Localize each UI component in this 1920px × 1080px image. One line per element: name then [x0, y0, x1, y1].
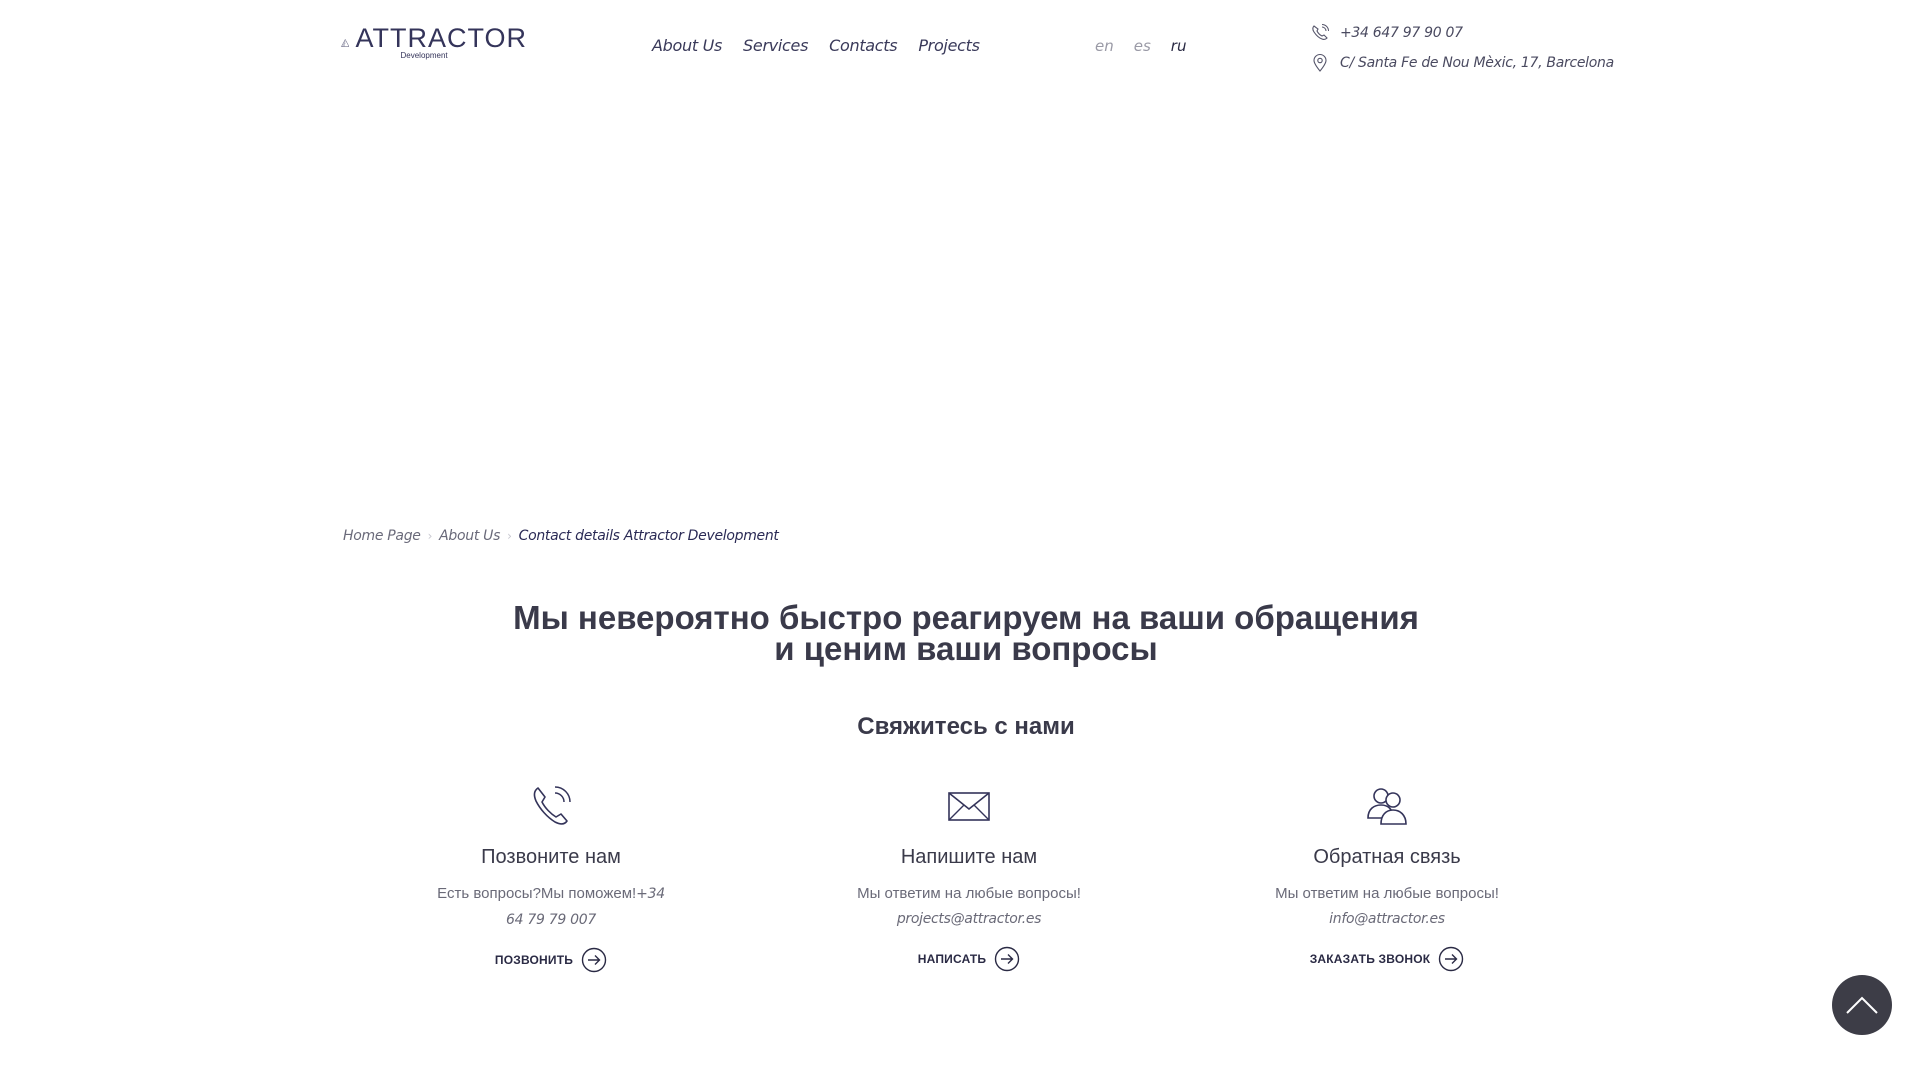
phone-icon [1312, 24, 1329, 40]
feedback-card-description: Мы ответим на любые вопросы! info@attrac… [1237, 881, 1537, 932]
write-button-label: НАПИСАТЬ [917, 952, 987, 966]
logo-subtitle: Development [400, 51, 448, 60]
location-pin-icon [1313, 53, 1327, 72]
header-address-text: C/ Santa Fe de Nou Mèxic, 17, Barcelona [1340, 55, 1614, 71]
breadcrumb-separator-icon: › [507, 529, 512, 543]
nav-services[interactable]: Services [743, 36, 808, 55]
arrow-right-circle-icon [1439, 946, 1464, 972]
logo-title: ATTRACTOR [355, 23, 527, 53]
main-nav: About Us Services Contacts Projects [652, 36, 980, 55]
call-card-phone-part-2[interactable]: 64 79 79 007 [506, 912, 596, 928]
phone-icon [533, 786, 571, 825]
write-card-description: Мы ответим на любые вопросы! projects@at… [819, 881, 1119, 932]
feedback-card-email[interactable]: info@attractor.es [1329, 911, 1445, 927]
call-card-description: Есть вопросы?Мы поможем!+34 64 79 79 007 [401, 881, 701, 933]
breadcrumb-separator-icon: › [427, 529, 433, 543]
request-call-button[interactable]: ЗАКАЗАТЬ ЗВОНОК [1310, 946, 1465, 972]
chevron-up-icon [1846, 996, 1878, 1014]
lang-en[interactable]: en [1095, 37, 1114, 55]
feedback-card-title: Обратная связь [1313, 846, 1461, 868]
lang-es[interactable]: es [1134, 37, 1151, 55]
header-phone-text: +34 647 97 90 07 [1340, 25, 1463, 41]
request-call-button-label: ЗАКАЗАТЬ ЗВОНОК [1309, 952, 1431, 966]
breadcrumb-about[interactable]: About Us [439, 528, 500, 544]
call-card: Позвоните нам Есть вопросы?Мы поможем!+3… [401, 784, 701, 973]
scroll-to-top-button[interactable] [1832, 975, 1892, 1035]
users-icon [1367, 788, 1407, 825]
call-button-label: ПОЗВОНИТЬ [494, 953, 574, 967]
envelope-icon [948, 792, 990, 821]
logo[interactable]: ATTRACTOR Development [341, 24, 527, 66]
section-title: Свяжитесь с нами [857, 713, 1075, 740]
call-card-title: Позвоните нам [481, 846, 621, 868]
write-button[interactable]: НАПИСАТЬ [918, 946, 1020, 972]
header-phone[interactable]: +34 647 97 90 07 [1310, 18, 1614, 48]
arrow-right-circle-icon [581, 947, 607, 973]
site-header: ATTRACTOR Development About Us Services … [0, 0, 1920, 90]
language-switcher: en es ru [1095, 37, 1186, 55]
header-address: C/ Santa Fe de Nou Mèxic, 17, Barcelona [1310, 48, 1614, 78]
write-card-email[interactable]: projects@attractor.es [897, 911, 1042, 927]
breadcrumb-current: Contact details Attractor Development [518, 528, 779, 544]
feedback-card: Обратная связь Мы ответим на любые вопро… [1237, 784, 1537, 972]
call-button[interactable]: ПОЗВОНИТЬ [495, 947, 607, 973]
nav-projects[interactable]: Projects [918, 36, 980, 55]
page-title: Мы невероятно быстро реагируем на ваши о… [0, 601, 1920, 667]
call-card-desc-text: Есть вопросы?Мы поможем! [437, 885, 637, 902]
arrow-right-circle-icon [995, 946, 1020, 972]
header-contact-info: +34 647 97 90 07 C/ Santa Fe de Nou Mèxi… [1310, 18, 1614, 78]
write-card-desc-text: Мы ответим на любые вопросы! [857, 885, 1081, 902]
lang-ru[interactable]: ru [1171, 37, 1187, 55]
feedback-card-desc-text: Мы ответим на любые вопросы! [1275, 885, 1499, 902]
write-card-title: Напишите нам [900, 846, 1038, 868]
write-card: Напишите нам Мы ответим на любые вопросы… [819, 784, 1119, 972]
call-card-phone-part-1[interactable]: +34 [636, 886, 665, 902]
logo-mark-icon [341, 38, 350, 47]
page-title-line-2: и ценим ваши вопросы [774, 630, 1158, 667]
breadcrumb-home[interactable]: Home Page [343, 528, 421, 544]
breadcrumb: Home Page › About Us › Contact details A… [343, 528, 779, 544]
nav-contacts[interactable]: Contacts [829, 36, 897, 55]
nav-about-us[interactable]: About Us [652, 36, 722, 55]
